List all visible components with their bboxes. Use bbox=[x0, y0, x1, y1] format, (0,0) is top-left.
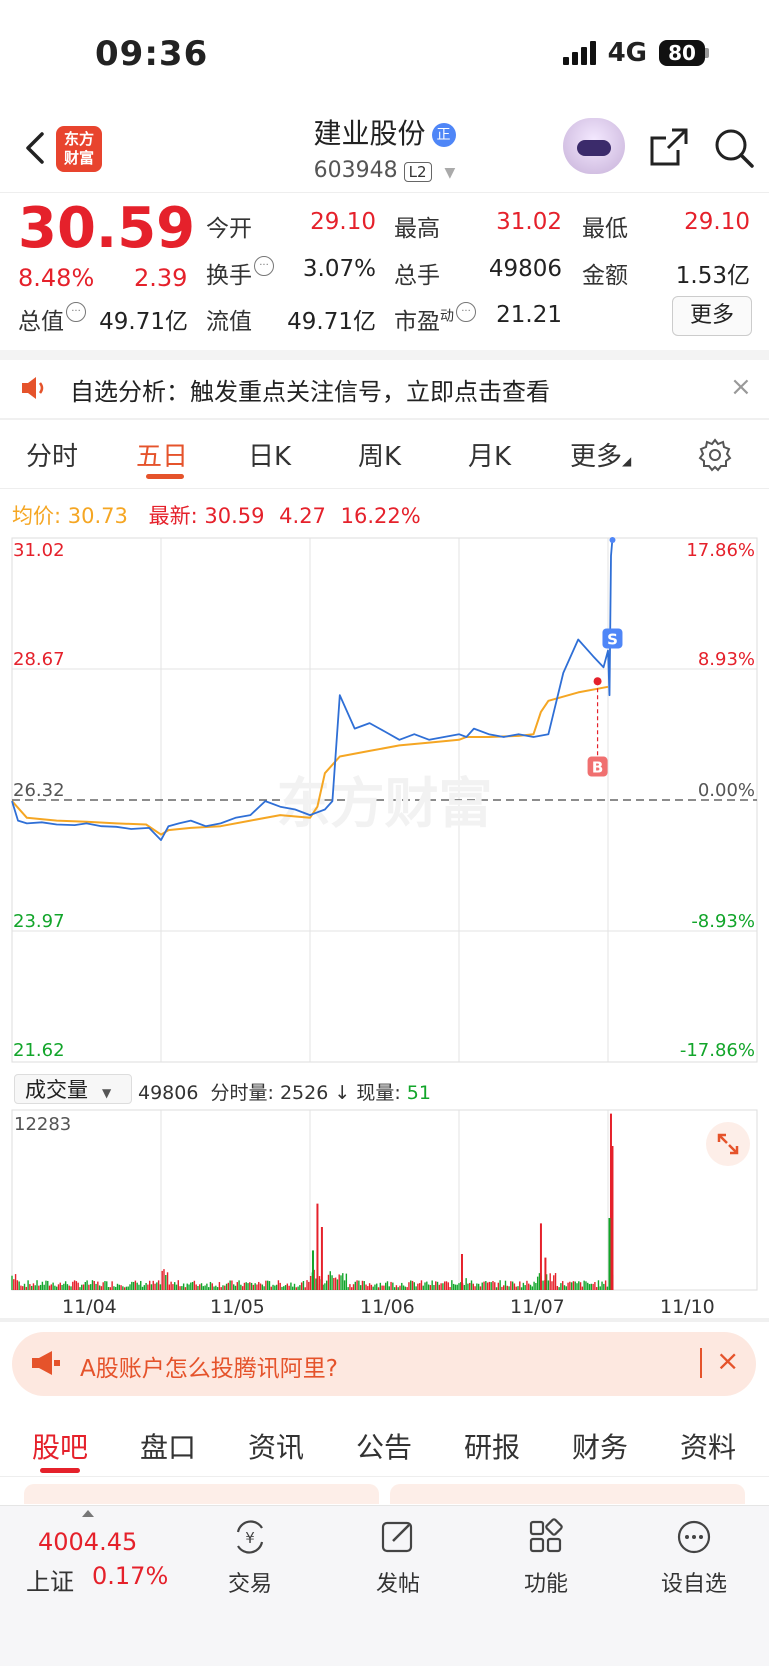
ad-close-button[interactable]: × bbox=[716, 1344, 739, 1377]
notice-close-button[interactable]: × bbox=[730, 372, 752, 402]
battery-icon: 80 bbox=[659, 40, 705, 66]
low-value: 29.10 bbox=[684, 209, 750, 235]
pe-label: 市盈动 ··· bbox=[394, 302, 476, 336]
tab-guba[interactable]: 股吧 bbox=[32, 1426, 88, 1466]
low-label: 最低 bbox=[582, 216, 628, 242]
tab-more[interactable]: 更多◢ bbox=[570, 436, 631, 473]
amount-label: 金额 bbox=[582, 263, 628, 289]
index-value[interactable]: 4004.45 bbox=[38, 1528, 137, 1556]
tab-five-day[interactable]: 五日 bbox=[136, 436, 188, 473]
open-label: 今开 bbox=[206, 216, 252, 242]
x-label: 11/05 bbox=[210, 1296, 265, 1318]
price-legend: 均价: 30.73 最新: 30.59 4.27 16.22% bbox=[12, 504, 421, 528]
index-change[interactable]: 0.17% bbox=[92, 1562, 168, 1590]
x-label: 11/06 bbox=[360, 1296, 415, 1318]
change-percent: 8.48% bbox=[18, 264, 95, 292]
amount-value: 1.53亿 bbox=[675, 263, 750, 289]
current-price: 30.59 bbox=[18, 196, 196, 261]
nav-add-watchlist[interactable]: 设自选 bbox=[644, 1518, 744, 1598]
network-type: 4G bbox=[607, 38, 647, 68]
high-label: 最高 bbox=[394, 216, 440, 242]
y-tick-left: 23.97 bbox=[13, 911, 65, 932]
more-button[interactable]: 更多 bbox=[672, 296, 752, 336]
status-time: 09:36 bbox=[95, 34, 209, 74]
active-tab-indicator bbox=[146, 474, 184, 479]
ad-text[interactable]: A股账户怎么投腾讯阿里? bbox=[80, 1349, 338, 1383]
volume-max-tick: 12283 bbox=[14, 1114, 71, 1135]
x-label: 11/04 bbox=[62, 1296, 117, 1318]
info-icon: ··· bbox=[456, 302, 476, 322]
svg-text:¥: ¥ bbox=[245, 1529, 255, 1547]
y-tick-right: 8.93% bbox=[698, 649, 755, 670]
more-dots-icon bbox=[677, 1520, 711, 1554]
tab-order-book[interactable]: 盘口 bbox=[140, 1426, 196, 1466]
float-label: 流值 bbox=[206, 309, 252, 335]
yen-exchange-icon: ¥ bbox=[236, 1520, 264, 1554]
y-tick-left: 31.02 bbox=[13, 540, 65, 561]
nav-post[interactable]: 发帖 bbox=[348, 1518, 448, 1598]
tab-daily-k[interactable]: 日K bbox=[248, 436, 291, 473]
y-tick-left: 26.32 bbox=[13, 780, 65, 801]
name-badge: 正 bbox=[431, 123, 456, 147]
latest-dot bbox=[609, 537, 616, 543]
buy-marker-label: B bbox=[592, 759, 603, 777]
chevron-up-icon bbox=[82, 1510, 94, 1517]
volume-chart[interactable]: 12283 bbox=[0, 1108, 769, 1292]
status-indicators: 4G 80 bbox=[562, 38, 709, 68]
tab-finance[interactable]: 财务 bbox=[572, 1426, 628, 1466]
y-tick-left: 28.67 bbox=[13, 649, 65, 670]
info-icon: ··· bbox=[66, 302, 86, 322]
nav-functions[interactable]: 功能 bbox=[496, 1518, 596, 1598]
y-tick-right: -8.93% bbox=[691, 911, 755, 932]
y-tick-right: 0.00% bbox=[698, 780, 755, 801]
expand-icon[interactable] bbox=[706, 1122, 750, 1166]
tab-monthly-k[interactable]: 月K bbox=[468, 436, 511, 473]
change-amount: 2.39 bbox=[134, 264, 188, 292]
volume-label: 总手 bbox=[394, 263, 440, 289]
speaker-icon bbox=[22, 377, 44, 399]
index-name[interactable]: 上证 bbox=[26, 1562, 74, 1597]
indicator-selector[interactable]: 成交量 ▼ bbox=[14, 1074, 132, 1104]
grid-icon bbox=[529, 1518, 563, 1553]
price-chart[interactable]: 31.02 17.86% 28.67 8.93% 26.32 0.00% 23.97 -8.9… bbox=[0, 530, 769, 1070]
tab-weekly-k[interactable]: 周K bbox=[358, 436, 401, 473]
tab-news[interactable]: 资讯 bbox=[248, 1426, 304, 1466]
notice-text[interactable]: 自选分析：触发重点关注信号，立即点击查看 bbox=[70, 372, 550, 407]
float-value: 49.71亿 bbox=[287, 309, 376, 335]
x-label: 11/07 bbox=[510, 1296, 565, 1318]
megaphone-icon bbox=[32, 1351, 60, 1375]
mktcap-value: 49.71亿 bbox=[99, 309, 188, 335]
gear-icon[interactable] bbox=[698, 438, 732, 472]
nav-trade[interactable]: ¥ 交易 bbox=[200, 1518, 300, 1598]
watermark: 东方财富 bbox=[277, 772, 493, 835]
turnover-value: 3.07% bbox=[302, 256, 376, 282]
y-tick-left: 21.62 bbox=[13, 1040, 65, 1061]
share-icon[interactable] bbox=[648, 126, 690, 168]
volume-info: 49806 分时量: 2526 ↓ 现量: 51 bbox=[138, 1082, 431, 1104]
search-icon[interactable] bbox=[712, 126, 756, 170]
turnover-label: 换手 ··· bbox=[206, 256, 274, 290]
level-badge: L2 bbox=[403, 162, 432, 182]
chevron-down-icon: ▼ bbox=[444, 165, 456, 181]
signal-icon bbox=[562, 41, 596, 65]
x-label: 11/10 bbox=[660, 1296, 715, 1318]
y-tick-right: 17.86% bbox=[686, 540, 755, 561]
high-value: 31.02 bbox=[496, 209, 562, 235]
edit-icon bbox=[381, 1521, 413, 1553]
assistant-avatar[interactable] bbox=[563, 118, 625, 174]
tab-announcements[interactable]: 公告 bbox=[356, 1426, 412, 1466]
pe-value: 21.21 bbox=[496, 302, 562, 328]
tab-research[interactable]: 研报 bbox=[464, 1426, 520, 1466]
volume-frame bbox=[11, 1109, 758, 1291]
sell-marker-label: S bbox=[607, 630, 618, 648]
volume-value: 49806 bbox=[488, 256, 562, 282]
open-value: 29.10 bbox=[310, 209, 376, 235]
y-tick-right: -17.86% bbox=[680, 1040, 755, 1061]
tab-profile[interactable]: 资料 bbox=[680, 1426, 736, 1466]
active-bottom-tab-indicator bbox=[40, 1468, 80, 1473]
info-icon: ··· bbox=[254, 256, 274, 276]
mktcap-label: 总值 ··· bbox=[18, 302, 86, 336]
tab-intraday[interactable]: 分时 bbox=[26, 436, 78, 473]
